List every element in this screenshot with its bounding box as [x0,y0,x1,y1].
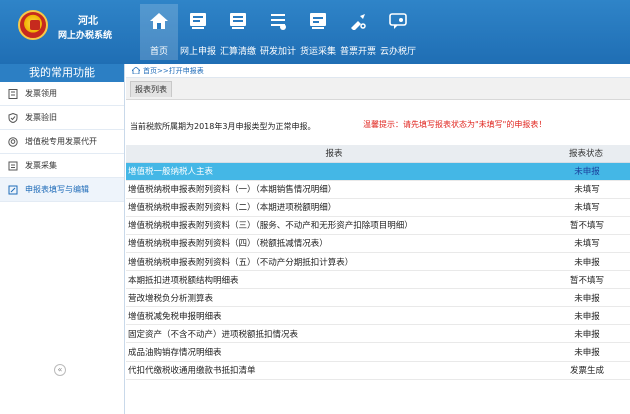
app-header: 河北 网上办税系统 首页 网上申报 汇算清缴 研发加计 货运采集 普票开票 云办… [0,0,630,64]
breadcrumb-text[interactable]: 首页>>打开申报表 [143,64,204,78]
document-icon [8,88,18,99]
report-name[interactable]: 增值税纳税申报表附列资料（二）（本期进项税额明细） [126,198,542,217]
logo-region: 河北 [78,16,98,27]
report-name[interactable]: 增值税纳税申报表附列资料（五）（不动产分期抵扣计算表） [126,252,542,272]
sidebar-item-invoice-receive[interactable]: 发票领用 [0,82,124,106]
sidebar-item-label: 申报表填写与编辑 [25,184,89,194]
table-row[interactable]: 固定资产（不含不动产）进项税额抵扣情况表 未申报 [126,324,630,344]
report-status[interactable]: 未填写 [542,198,630,217]
notice-bar: 当前税款所属期为2018年3月申报类型为正常申报。 温馨提示：请先填写报表状态为… [130,120,626,135]
report-table: 报表 报表状态 增值税一般纳税人主表 未申报 增值税纳税申报表附列资料（一）（本期销… [126,145,630,380]
report-name[interactable]: 增值税一般纳税人主表 [126,162,542,181]
table-row[interactable]: 代扣代缴税收通用缴款书抵扣清单 发票生成 [126,361,630,380]
table-row[interactable]: 本期抵扣进项税额结构明细表 暂不填写 [126,270,630,290]
collect-icon [8,161,18,170]
home-small-icon [132,67,140,74]
report-status[interactable]: 未申报 [542,288,630,308]
report-name[interactable]: 固定资产（不含不动产）进项税额抵扣情况表 [126,324,542,344]
report-status[interactable]: 未申报 [542,252,630,272]
col-header-status: 报表状态 [542,145,630,163]
nav-home[interactable]: 首页 [140,4,178,60]
app-logo: 河北 网上办税系统 [14,8,134,52]
report-name[interactable]: 营改增税负分析测算表 [126,288,542,308]
edit-form-icon [8,185,18,194]
report-name[interactable]: 代扣代缴税收通用缴款书抵扣清单 [126,361,542,380]
sidebar-item-declare-edit[interactable]: 申报表填写与编辑 [0,178,124,202]
report-status[interactable]: 未填写 [542,234,630,253]
freight-icon [310,13,326,29]
warm-tip: 温馨提示：请先填写报表状态为"未填写"的申报表！ [363,120,547,129]
table-row[interactable]: 营改增税负分析测算表 未申报 [126,288,630,308]
report-name[interactable]: 成品油购销存情况明细表 [126,342,542,362]
report-name[interactable]: 增值税纳税申报表附列资料（三）（服务、不动产和无形资产扣除项目明细） [126,216,542,235]
nav-cloud-hall[interactable]: 云办税厅 [378,4,418,60]
sidebar-item-label: 发票领用 [25,88,57,98]
table-row[interactable]: 增值税纳税申报表附列资料（四）（税额抵减情况表） 未填写 [126,234,630,253]
report-status[interactable]: 未申报 [542,324,630,344]
breadcrumb: 首页>>打开申报表 [126,64,630,78]
settlement-icon [230,13,246,29]
table-row[interactable]: 成品油购销存情况明细表 未申报 [126,342,630,362]
tab-report-list[interactable]: 报表列表 [130,81,172,97]
sidebar-item-label: 发票验旧 [25,112,57,122]
sidebar-item-label: 发票采集 [25,160,57,170]
table-row[interactable]: 增值税减免税申报明细表 未申报 [126,306,630,326]
sidebar-item-vat-special-issue[interactable]: 增值税专用发票代开 [0,130,124,154]
nav-online-declare[interactable]: 网上申报 [178,4,218,60]
table-header-row: 报表 报表状态 [126,145,630,163]
report-status[interactable]: 暂不填写 [542,270,630,290]
nav-label-invoice: 普票开票 [339,47,376,57]
main-content: 首页>>打开申报表 报表列表 当前税款所属期为2018年3月申报类型为正常申报。… [126,64,630,414]
shield-check-icon [8,112,18,123]
table-row[interactable]: 增值税纳税申报表附列资料（三）（服务、不动产和无形资产扣除项目明细） 暂不填写 [126,216,630,235]
report-table-body: 增值税一般纳税人主表 未申报 增值税纳税申报表附列资料（一）（本期销售情况明细） 未填… [126,162,630,380]
nav-label-cloud: 云办税厅 [379,47,416,57]
search-circle-icon [8,136,18,147]
sidebar-item-label: 增值税专用发票代开 [25,136,97,146]
report-name[interactable]: 增值税纳税申报表附列资料（一）（本期销售情况明细） [126,180,542,199]
sidebar: 我的常用功能 发票领用 发票验旧 增值税专用发票代开 发票采集 申报表填写与编辑… [0,64,125,414]
report-status[interactable]: 未填写 [542,180,630,199]
declare-icon [190,13,206,29]
invoice-issue-icon [351,14,366,30]
tab-bar: 报表列表 [126,78,630,100]
table-row[interactable]: 增值税纳税申报表附列资料（五）（不动产分期抵扣计算表） 未申报 [126,252,630,272]
cloud-hall-icon [389,13,407,29]
report-name[interactable]: 增值税纳税申报表附列资料（四）（税额抵减情况表） [126,234,542,253]
tax-emblem-icon [18,10,48,40]
table-row[interactable]: 增值税一般纳税人主表 未申报 [126,162,630,181]
sidebar-title: 我的常用功能 [0,64,124,82]
nav-freight[interactable]: 货运采集 [298,4,338,60]
report-status[interactable]: 暂不填写 [542,216,630,235]
sidebar-collapse-button[interactable]: « [54,364,66,376]
sidebar-item-invoice-verify[interactable]: 发票验旧 [0,106,124,130]
period-notice: 当前税款所属期为2018年3月申报类型为正常申报。 [130,122,316,131]
home-icon [150,13,168,29]
report-status[interactable]: 未申报 [542,342,630,362]
nav-label-declare: 网上申报 [179,47,216,57]
sidebar-item-invoice-collect[interactable]: 发票采集 [0,154,124,178]
report-status[interactable]: 未申报 [542,306,630,326]
nav-label-rd: 研发加计 [259,47,296,57]
nav-invoice-issue[interactable]: 普票开票 [338,4,378,60]
rd-deduction-icon [271,14,286,30]
table-row[interactable]: 增值税纳税申报表附列资料（一）（本期销售情况明细） 未填写 [126,180,630,199]
report-status[interactable]: 发票生成 [542,361,630,380]
nav-settlement[interactable]: 汇算清缴 [218,4,258,60]
report-name[interactable]: 本期抵扣进项税额结构明细表 [126,270,542,290]
top-nav: 首页 网上申报 汇算清缴 研发加计 货运采集 普票开票 云办税厅 [140,4,418,62]
nav-label-freight: 货运采集 [299,47,336,57]
nav-label-settlement: 汇算清缴 [219,47,256,57]
report-name[interactable]: 增值税减免税申报明细表 [126,306,542,326]
report-status[interactable]: 未申报 [542,162,630,181]
nav-rd-deduction[interactable]: 研发加计 [258,4,298,60]
table-row[interactable]: 增值税纳税申报表附列资料（二）（本期进项税额明细） 未填写 [126,198,630,217]
nav-label-home: 首页 [149,47,168,57]
logo-system-name: 网上办税系统 [58,31,113,41]
col-header-report: 报表 [126,145,542,163]
